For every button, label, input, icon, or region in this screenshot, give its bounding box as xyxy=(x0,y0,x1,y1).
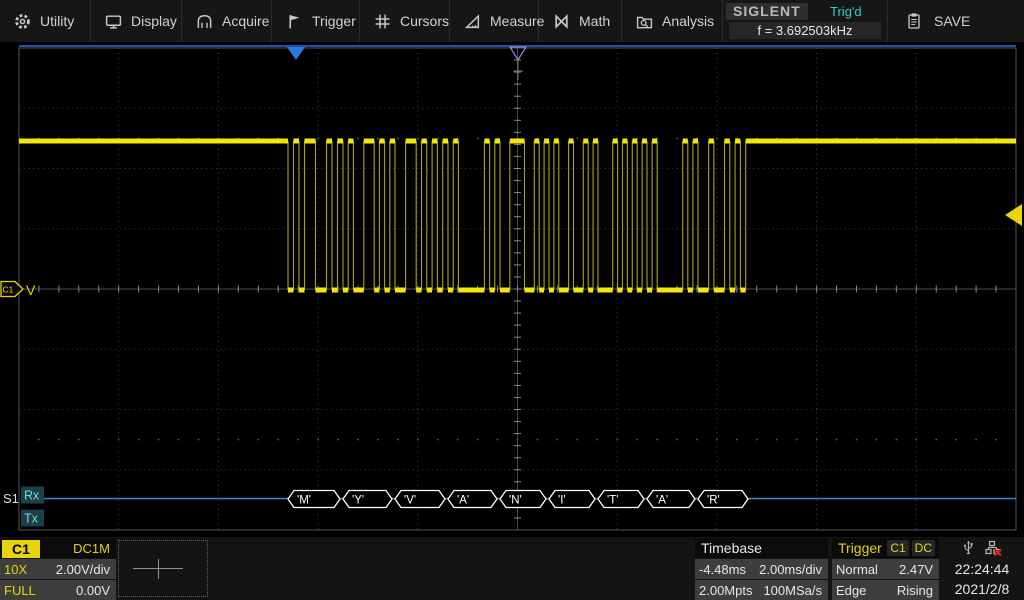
siglent-logo: SIGLENT xyxy=(726,3,808,20)
trigger-position-marker[interactable] xyxy=(287,47,305,60)
decode-frame: 'T' xyxy=(598,491,644,508)
timebase-box[interactable]: Timebase -4.48ms 2.00ms/div 2.00Mpts 100MS… xyxy=(695,538,828,600)
menu-analysis-label: Analysis xyxy=(662,13,714,29)
lan-error-icon xyxy=(985,540,1003,557)
svg-text:C1: C1 xyxy=(3,285,14,295)
decode-frame: 'I' xyxy=(549,491,595,508)
trigger-slope: Rising xyxy=(897,583,933,598)
menu-trigger[interactable]: Trigger xyxy=(272,0,360,42)
menu-measure[interactable]: Measure xyxy=(450,0,539,42)
timebase-delay: -4.48ms xyxy=(699,562,746,577)
channel1-bandwidth: FULL xyxy=(4,583,36,598)
acquire-icon xyxy=(196,13,213,30)
menu-trigger-label: Trigger xyxy=(312,13,356,29)
svg-text:'T': 'T' xyxy=(607,495,618,507)
tx-badge[interactable]: Tx xyxy=(21,510,44,527)
trigger-source-badge: C1 xyxy=(887,540,908,556)
clipboard-icon xyxy=(906,12,922,30)
flag-icon xyxy=(286,13,303,30)
analysis-icon xyxy=(636,13,653,30)
svg-text:'R': 'R' xyxy=(707,495,720,507)
channel1-info-box[interactable]: C1 DC1M 10X 2.00V/div FULL 0.00V xyxy=(0,538,116,600)
math-icon xyxy=(553,13,570,30)
rx-badge[interactable]: Rx xyxy=(21,487,44,504)
trigger-mode: Normal xyxy=(836,562,878,577)
decode-frame: 'A' xyxy=(448,491,497,508)
status-area: 22:24:44 2021/2/8 xyxy=(940,538,1024,599)
timebase-scale: 2.00ms/div xyxy=(759,562,822,577)
decode-frame: 'Y' xyxy=(343,491,392,508)
menu-cursors-label: Cursors xyxy=(400,13,449,29)
menu-bar: Utility Display Acquire Trigger Cursors … xyxy=(0,0,1024,42)
svg-text:Tx: Tx xyxy=(24,512,39,526)
memory-depth: 2.00Mpts xyxy=(699,583,752,598)
svg-text:'M': 'M' xyxy=(297,495,311,507)
timebase-title: Timebase xyxy=(695,538,828,558)
bus-label: S1 xyxy=(3,491,19,506)
decode-frame: 'R' xyxy=(698,491,748,508)
add-channel-placeholder[interactable] xyxy=(118,540,208,597)
frequency-readout: f = 3.692503kHz xyxy=(729,22,881,39)
decode-frame: 'V' xyxy=(395,491,445,508)
sample-rate: 100MSa/s xyxy=(763,583,822,598)
trigger-type: Edge xyxy=(836,583,866,598)
svg-text:'Y': 'Y' xyxy=(352,495,364,507)
cursors-icon xyxy=(374,13,391,30)
channel1-offset: 0.00V xyxy=(76,583,110,598)
channel1-coupling: DC1M xyxy=(73,541,116,556)
trigger-coupling-badge: DC xyxy=(912,540,935,556)
svg-text:'V': 'V' xyxy=(404,495,416,507)
channel1-badge: C1 xyxy=(2,540,40,558)
svg-text:'N': 'N' xyxy=(509,495,522,507)
menu-analysis[interactable]: Analysis xyxy=(622,0,723,42)
svg-text:'A': 'A' xyxy=(656,495,668,507)
svg-text:Rx: Rx xyxy=(24,489,40,503)
menu-cursors[interactable]: Cursors xyxy=(360,0,450,42)
svg-text:V: V xyxy=(26,282,36,298)
save-button[interactable]: SAVE xyxy=(888,0,1024,42)
menu-math[interactable]: Math xyxy=(539,0,622,42)
menu-math-label: Math xyxy=(579,13,610,29)
measure-icon xyxy=(464,13,481,30)
channel1-scale: 2.00V/div xyxy=(56,562,110,577)
menu-acquire[interactable]: Acquire xyxy=(182,0,272,42)
trigger-title: Trigger xyxy=(838,540,882,556)
display-icon xyxy=(105,13,122,30)
usb-icon xyxy=(961,540,976,557)
decode-frame: 'A' xyxy=(647,491,695,508)
menu-measure-label: Measure xyxy=(490,13,544,29)
trigger-box[interactable]: Trigger C1 DC Normal 2.47V Edge Rising xyxy=(832,538,939,600)
trigger-status-badge: Trig'd xyxy=(808,4,884,19)
save-label: SAVE xyxy=(934,13,970,29)
clock-date: 2021/2/8 xyxy=(940,579,1024,599)
clock-time: 22:24:44 xyxy=(940,559,1024,579)
menu-display-label: Display xyxy=(131,13,177,29)
brand-block: SIGLENT Trig'd f = 3.692503kHz xyxy=(723,0,888,42)
menu-display[interactable]: Display xyxy=(91,0,182,42)
gear-icon xyxy=(14,13,31,30)
decode-frame: 'M' xyxy=(288,491,340,508)
svg-text:'I': 'I' xyxy=(558,495,566,507)
menu-acquire-label: Acquire xyxy=(222,13,269,29)
channel1-attenuation: 10X xyxy=(4,562,27,577)
trigger-level-marker[interactable] xyxy=(1005,204,1022,226)
svg-text:'A': 'A' xyxy=(457,495,469,507)
decode-bus: S1 Rx Tx 'M' 'Y' 'V' 'A' 'N' 'I' 'T' 'A' 'R' xyxy=(3,487,1016,527)
trigger-level: 2.47V xyxy=(899,562,933,577)
menu-utility[interactable]: Utility xyxy=(0,0,91,42)
scope-display: C1 V S1 Rx Tx 'M' 'Y' 'V' 'A' 'N' 'I' 'T' 'A' 'R' xyxy=(0,0,1024,600)
markers: C1 V xyxy=(1,47,1022,298)
decode-frame: 'N' xyxy=(500,491,546,508)
menu-utility-label: Utility xyxy=(40,13,74,29)
graticule xyxy=(19,46,1016,530)
bottom-bar: C1 DC1M 10X 2.00V/div FULL 0.00V Timebase … xyxy=(0,537,1024,600)
